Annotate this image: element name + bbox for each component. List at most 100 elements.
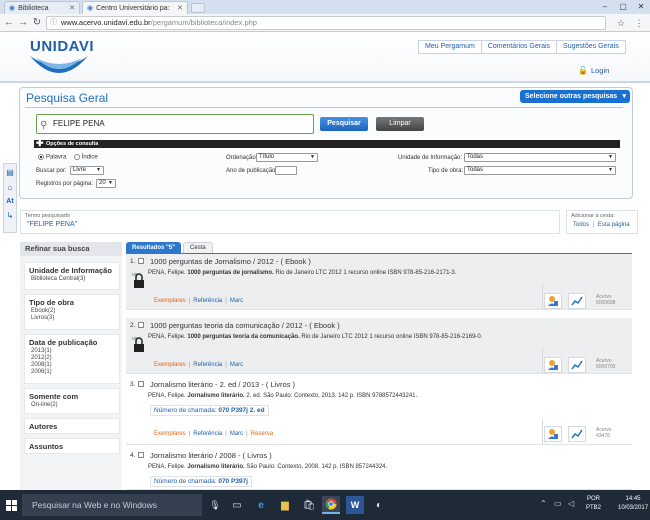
close-tab-icon[interactable]: ✕ xyxy=(177,4,183,12)
nav-meu-pergamum[interactable]: Meu Pergamum xyxy=(419,41,482,53)
online-lock-icon[interactable]: on xyxy=(132,270,146,290)
microphone-icon[interactable]: 🎙 xyxy=(206,496,224,514)
bookmarks-icon[interactable]: ▤ xyxy=(6,168,14,177)
search-button[interactable]: Pesquisar xyxy=(320,117,368,131)
taskbar-clock[interactable]: 14:45 10/03/2017 xyxy=(618,495,648,513)
refine-option[interactable]: Ebook(2) xyxy=(31,308,115,314)
task-view-icon[interactable]: ▭ xyxy=(228,496,246,514)
browser-menu-icon[interactable]: ⋮ xyxy=(632,16,646,30)
refine-option[interactable]: 2006(1) xyxy=(31,369,115,375)
exemplares-link[interactable]: Exemplares xyxy=(154,362,186,368)
buscar-por-select[interactable]: Livre ▼ xyxy=(70,166,104,175)
refine-group-title: Assuntos xyxy=(29,442,64,451)
refine-group-autores[interactable]: Autores xyxy=(24,418,120,434)
exemplares-link[interactable]: Exemplares xyxy=(154,431,186,437)
browser-tab-biblioteca[interactable]: ◉ Biblioteca ✕ xyxy=(4,1,80,14)
store-icon[interactable]: 🛍 xyxy=(300,496,318,514)
user-review-icon[interactable] xyxy=(544,293,562,309)
new-tab-button[interactable] xyxy=(191,3,205,13)
login-button[interactable]: 🔓 Login xyxy=(578,66,609,75)
referencia-link[interactable]: Referência xyxy=(193,362,222,368)
refine-option[interactable]: On-line(2) xyxy=(31,402,115,408)
referencia-link[interactable]: Referência xyxy=(193,431,222,437)
close-tab-icon[interactable]: ✕ xyxy=(69,4,75,12)
nav-comentarios-gerais[interactable]: Comentários Gerais xyxy=(482,41,558,53)
search-options-bar[interactable]: ✚ Opções de consulta xyxy=(34,139,620,148)
result-title[interactable]: 1000 perguntas de Jornalismo / 2012 - ( … xyxy=(150,257,311,266)
radio-indice[interactable] xyxy=(73,154,80,160)
other-searches-dropdown[interactable]: Selecione outras pesquisas ▾ xyxy=(520,90,630,103)
marc-link[interactable]: Marc xyxy=(230,298,243,304)
forward-arrow-icon[interactable]: → xyxy=(16,16,30,30)
result-checkbox[interactable] xyxy=(138,258,144,264)
refine-option[interactable]: 2013(1) xyxy=(31,348,115,354)
bookmark-star-icon[interactable]: ☆ xyxy=(614,16,628,30)
accessibility-icon[interactable]: At xyxy=(6,198,13,205)
user-review-icon[interactable] xyxy=(544,426,562,442)
volume-icon[interactable]: ◁ xyxy=(568,499,574,508)
reload-icon[interactable]: ↻ xyxy=(30,16,44,30)
page-content: UNIDAVI Meu Pergamum Comentários Gerais … xyxy=(0,32,650,490)
call-number-label: Número de chamada: xyxy=(154,407,217,414)
refine-option[interactable]: 2008(1) xyxy=(31,362,115,368)
nav-sugestoes-gerais[interactable]: Sugestões Gerais xyxy=(557,41,625,53)
acervo-value: 5000698 xyxy=(596,300,616,306)
tray-chevron-up-icon[interactable]: ⌃ xyxy=(540,499,547,508)
result-checkbox[interactable] xyxy=(138,452,144,458)
statistics-chart-icon[interactable] xyxy=(568,293,586,309)
close-window-icon[interactable]: ✕ xyxy=(632,0,650,14)
result-checkbox[interactable] xyxy=(138,322,144,328)
unidavi-logo[interactable]: UNIDAVI xyxy=(30,38,94,55)
clear-button[interactable]: Limpar xyxy=(376,117,424,131)
marc-link[interactable]: Marc xyxy=(230,362,243,368)
result-title[interactable]: Jornalismo literário / 2008 - ( Livros ) xyxy=(150,451,272,460)
radio-palavra[interactable] xyxy=(38,154,44,160)
word-icon[interactable]: W xyxy=(346,496,364,514)
add-all-link[interactable]: Todos xyxy=(573,222,589,228)
statistics-chart-icon[interactable] xyxy=(568,357,586,373)
url-input[interactable]: ⓘ www.acervo.unidavi.edu.br/pergamum/bib… xyxy=(46,16,606,30)
expand-options-icon[interactable]: ✚ xyxy=(36,139,44,148)
search-icon: ⚲ xyxy=(40,120,48,131)
ordenacao-select[interactable]: Título ▼ xyxy=(256,153,318,162)
refine-option[interactable]: Livros(3) xyxy=(31,315,115,321)
taskbar-search-input[interactable]: Pesquisar na Web e no Windows xyxy=(22,494,202,516)
search-input[interactable]: ⚲ FELIPE PENA xyxy=(36,114,314,134)
statistics-chart-icon[interactable] xyxy=(568,426,586,442)
minimize-window-icon[interactable]: – xyxy=(596,0,614,14)
back-arrow-icon[interactable]: ← xyxy=(2,16,16,30)
share-icon[interactable]: ↳ xyxy=(7,211,14,220)
windows-start-button[interactable] xyxy=(0,490,22,520)
chrome-taskbar-icon[interactable] xyxy=(322,496,340,514)
refine-option[interactable]: Biblioteca Central(3) xyxy=(31,276,115,282)
exemplares-link[interactable]: Exemplares xyxy=(154,298,186,304)
browser-tab-centro-universitario[interactable]: ◉ Centro Universitário pa: ✕ xyxy=(82,1,188,14)
result-checkbox[interactable] xyxy=(138,381,144,387)
user-review-icon[interactable] xyxy=(544,357,562,373)
tipo-obra-select[interactable]: Todas ▼ xyxy=(464,166,616,175)
result-links: Exemplares | Referência | Marc xyxy=(154,362,244,368)
edge-browser-icon[interactable]: e xyxy=(252,496,270,514)
add-page-link[interactable]: Esta página xyxy=(598,222,630,228)
result-imprint: São Paulo: Contexto, 2008. 142 p. ISBN 8… xyxy=(246,464,388,470)
refine-group-assuntos[interactable]: Assuntos xyxy=(24,438,120,454)
marc-link[interactable]: Marc xyxy=(230,431,243,437)
maximize-window-icon[interactable]: ▢ xyxy=(614,0,632,14)
file-explorer-icon[interactable]: ▆ xyxy=(276,496,294,514)
ano-publicacao-input[interactable] xyxy=(275,166,297,175)
network-icon[interactable]: ▭ xyxy=(554,499,562,508)
result-title[interactable]: Jornalismo literário - 2. ed / 2013 - ( … xyxy=(150,380,295,389)
result-title[interactable]: 1000 perguntas teoria da comunicação / 2… xyxy=(150,321,340,330)
reserva-link[interactable]: Reserva xyxy=(251,431,273,437)
registros-select[interactable]: 20 ▼ xyxy=(96,179,116,188)
language-indicator[interactable]: POR PTB2 xyxy=(586,495,601,513)
home-icon[interactable]: ⌂ xyxy=(8,183,13,192)
keyboard-layout: PTB2 xyxy=(586,505,602,511)
refine-option[interactable]: 2012(2) xyxy=(31,355,115,361)
unidade-select[interactable]: Todas ▼ xyxy=(464,153,616,162)
referencia-link[interactable]: Referência xyxy=(193,298,222,304)
online-lock-icon[interactable]: on xyxy=(132,334,146,354)
page-info-icon[interactable]: ⓘ xyxy=(50,17,57,29)
app-icon[interactable]: ◐ xyxy=(370,496,388,514)
result-item: 1. 1000 perguntas de Jornalismo / 2012 -… xyxy=(126,254,632,310)
